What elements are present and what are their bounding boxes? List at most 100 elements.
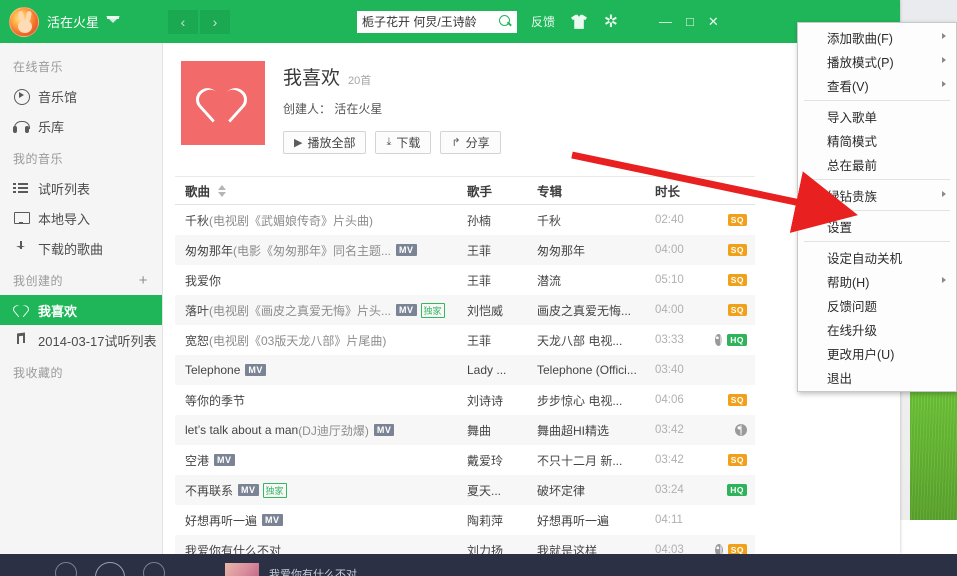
column-header-song[interactable]: 歌曲	[175, 181, 467, 200]
sidebar-item-library[interactable]: 乐库	[0, 111, 162, 141]
table-row[interactable]: 我爱你有什么不对 刘力扬 我就是这样 04:03 SQ	[175, 535, 755, 554]
cell-artist: 陶莉萍	[467, 513, 504, 528]
submenu-arrow-icon	[942, 57, 946, 63]
menu-item-label: 反馈问题	[827, 299, 878, 314]
sidebar-item-label: 本地导入	[38, 211, 91, 227]
cell-album: 匆匆那年	[537, 243, 586, 258]
sidebar-item-local-import[interactable]: 本地导入	[0, 203, 162, 233]
sidebar-item-label: 我喜欢	[38, 303, 78, 319]
table-row[interactable]: Telephone MV Lady ... Telephone (Offici... 0…	[175, 355, 755, 385]
cell-song: 我爱你有什么不对	[175, 542, 467, 555]
note-icon	[13, 332, 31, 348]
sort-arrows-icon[interactable]	[218, 184, 227, 197]
close-button[interactable]: ✕	[708, 14, 719, 30]
menu-item[interactable]: 帮助(H)	[798, 269, 956, 293]
hq-badge: HQ	[727, 334, 747, 346]
mv-badge[interactable]: MV	[214, 454, 235, 466]
maximize-button[interactable]: □	[686, 14, 694, 29]
mv-badge[interactable]: MV	[396, 244, 417, 256]
sidebar-item-music-hall[interactable]: 音乐馆	[0, 81, 162, 111]
sidebar-section-my-music: 我的音乐	[13, 152, 64, 166]
cell-song: let’s talk about a man (DJ迪厅劲爆) MV	[175, 422, 467, 439]
download-button[interactable]: ⤓ 下载	[375, 131, 432, 154]
menu-item-label: 精简模式	[827, 134, 878, 149]
menu-item[interactable]: 设置	[798, 214, 956, 238]
sidebar-item-label: 下载的歌曲	[38, 241, 104, 257]
table-row[interactable]: 千秋 (电视剧《武媚娘传奇》片头曲) 孙楠 千秋 02:40 SQ	[175, 205, 755, 235]
menu-separator	[804, 210, 950, 211]
menu-item[interactable]: 绿钻贵族	[798, 183, 956, 207]
cell-duration: 05:10	[655, 274, 684, 286]
column-header-duration[interactable]: 时长	[655, 181, 715, 200]
previous-icon[interactable]	[55, 562, 77, 576]
cell-duration: 03:42	[655, 424, 684, 436]
column-header-artist[interactable]: 歌手	[467, 181, 537, 200]
mv-badge[interactable]: MV	[262, 514, 283, 526]
sidebar-item-favorites[interactable]: 我喜欢	[0, 295, 162, 325]
menu-item[interactable]: 导入歌单	[798, 104, 956, 128]
sidebar-item-downloaded[interactable]: 下载的歌曲	[0, 233, 162, 263]
sidebar-item-preview-list[interactable]: 试听列表	[0, 173, 162, 203]
monitor-icon	[13, 210, 31, 226]
table-row[interactable]: 落叶 (电视剧《画皮之真爱无悔》片头... MV 独家 刘恺威 画皮之真爱无悔... 04…	[175, 295, 755, 325]
table-row[interactable]: 空港 MV 戴爱玲 不只十二月 新... 03:42 SQ	[175, 445, 755, 475]
cell-quality: HQ	[715, 484, 755, 496]
minimize-button[interactable]: —	[659, 14, 672, 29]
feedback-link[interactable]: 反馈	[531, 13, 555, 30]
diamond-icon[interactable]	[106, 16, 121, 27]
next-icon[interactable]	[143, 562, 165, 576]
cell-duration: 03:33	[655, 334, 684, 346]
cell-quality: SQ	[715, 274, 755, 286]
menu-item[interactable]: 总在最前	[798, 152, 956, 176]
menu-item[interactable]: 播放模式(P)	[798, 49, 956, 73]
nav-forward-button[interactable]: ›	[200, 9, 231, 34]
table-row[interactable]: 不再联系 MV 独家 夏天... 破坏定律 03:24 HQ	[175, 475, 755, 505]
table-row[interactable]: 等你的季节 刘诗诗 步步惊心 电视... 04:06 SQ	[175, 385, 755, 415]
plus-icon[interactable]: +	[139, 273, 148, 288]
menu-item[interactable]: 更改用户(U)	[798, 341, 956, 365]
menu-item[interactable]: 反馈问题	[798, 293, 956, 317]
search-input[interactable]	[357, 10, 518, 33]
cell-duration: 04:11	[655, 514, 683, 526]
playlist-cover	[181, 61, 265, 145]
sq-badge: SQ	[727, 274, 747, 286]
column-header-album[interactable]: 专辑	[537, 181, 655, 200]
play-all-button[interactable]: ▶ 播放全部	[283, 131, 367, 154]
submenu-arrow-icon	[942, 277, 946, 283]
table-header: 歌曲 歌手 专辑 时长	[175, 176, 755, 205]
menu-item[interactable]: 添加歌曲(F)	[798, 25, 956, 49]
nav-back-button[interactable]: ‹	[168, 9, 199, 34]
play-icon[interactable]	[95, 562, 125, 576]
mv-badge[interactable]: MV	[373, 424, 395, 436]
gear-icon[interactable]: ✲	[603, 13, 619, 30]
hq-badge: HQ	[727, 484, 747, 496]
mv-badge[interactable]: MV	[245, 364, 266, 376]
music-player-window: 活在火星 ‹ › 反馈 ✲ — □ ✕ 在线音乐	[0, 0, 900, 554]
menu-item[interactable]: 设定自动关机	[798, 245, 956, 269]
cell-quality: SQ	[715, 244, 755, 256]
submenu-arrow-icon	[942, 81, 946, 87]
menu-item[interactable]: 退出	[798, 365, 956, 389]
table-row[interactable]: let’s talk about a man (DJ迪厅劲爆) MV 舞曲 舞曲超HI…	[175, 415, 755, 445]
sidebar-item-dated-playlist[interactable]: 2014-03-17试听列表	[0, 325, 162, 355]
username-label[interactable]: 活在火星	[47, 12, 99, 31]
mv-badge[interactable]: MV	[238, 484, 259, 496]
tshirt-icon[interactable]	[571, 14, 588, 30]
cell-duration: 04:03	[655, 544, 684, 554]
menu-item[interactable]: 在线升级	[798, 317, 956, 341]
song-title: 宽恕	[185, 333, 210, 348]
cell-artist: 舞曲	[467, 423, 492, 438]
menu-item-label: 绿钻贵族	[827, 189, 878, 204]
table-row[interactable]: 匆匆那年 (电影《匆匆那年》同名主题... MV 王菲 匆匆那年 04:00 SQ	[175, 235, 755, 265]
search-icon[interactable]	[498, 14, 513, 29]
app-body: 在线音乐 音乐馆 乐库 我的音乐 试听列表 本地导入 下载的歌曲 我创建的 + …	[0, 43, 900, 554]
mv-badge[interactable]: MV	[396, 304, 417, 316]
table-row[interactable]: 好想再听一遍 MV 陶莉萍 好想再听一遍 04:11	[175, 505, 755, 535]
table-row[interactable]: 宽恕 (电视剧《03版天龙八部》片尾曲) 王菲 天龙八部 电视... 03:33 HQ	[175, 325, 755, 355]
table-row[interactable]: 我爱你 王菲 潜流 05:10 SQ	[175, 265, 755, 295]
avatar[interactable]	[9, 6, 39, 37]
menu-item[interactable]: 查看(V)	[798, 73, 956, 97]
sq-badge: SQ	[727, 214, 747, 226]
share-button[interactable]: ↱ 分享	[440, 131, 501, 154]
menu-item[interactable]: 精简模式	[798, 128, 956, 152]
